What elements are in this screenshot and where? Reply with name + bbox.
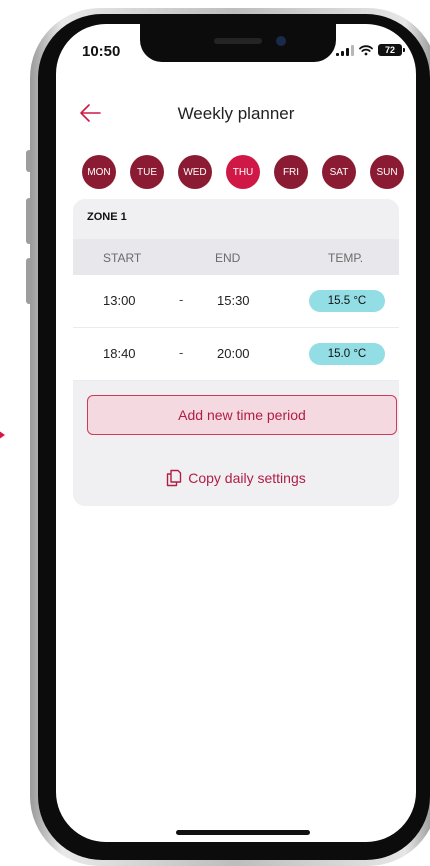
phone-volume-down-button <box>26 258 32 304</box>
period-temperature-badge[interactable]: 15.5 °C <box>309 290 385 312</box>
period-separator: - <box>179 292 184 307</box>
day-sat-button[interactable]: SAT <box>322 155 356 189</box>
phone-mute-switch <box>26 150 32 172</box>
battery-icon: 72 <box>378 44 405 56</box>
period-end-time[interactable]: 20:00 <box>217 346 250 361</box>
status-time: 10:50 <box>82 43 121 60</box>
column-header-end: END <box>215 251 241 265</box>
time-period-row[interactable]: 18:40 - 20:00 15.0 °C <box>73 328 399 381</box>
speaker-grille <box>214 38 262 44</box>
copy-daily-settings-label: Copy daily settings <box>188 470 306 486</box>
side-pointer-arrow-icon <box>0 426 5 444</box>
zone-title: ZONE 1 <box>87 211 127 223</box>
front-camera <box>276 36 286 46</box>
phone-screen: 10:50 72 Weekly planner MON TUE WED THU … <box>56 24 416 842</box>
period-start-time[interactable]: 18:40 <box>103 346 136 361</box>
day-sun-button[interactable]: SUN <box>370 155 404 189</box>
copy-icon <box>167 469 182 487</box>
signal-icon <box>336 44 354 56</box>
copy-daily-settings-link[interactable]: Copy daily settings <box>73 469 399 487</box>
day-fri-button[interactable]: FRI <box>274 155 308 189</box>
column-header-temp: TEMP. <box>328 251 364 265</box>
page-title: Weekly planner <box>177 104 295 123</box>
period-temperature-badge[interactable]: 15.0 °C <box>309 343 385 365</box>
home-indicator[interactable] <box>176 830 310 835</box>
phone-volume-up-button <box>26 198 32 244</box>
day-wed-button[interactable]: WED <box>178 155 212 189</box>
period-separator: - <box>179 345 184 360</box>
status-indicators: 72 <box>336 44 405 56</box>
zone-card: ZONE 1 START END TEMP. 13:00 - 15:30 15.… <box>73 199 399 506</box>
wifi-icon <box>359 45 373 56</box>
day-thu-button[interactable]: THU <box>226 155 260 189</box>
period-end-time[interactable]: 15:30 <box>217 293 250 308</box>
column-header-start: START <box>103 251 142 265</box>
day-mon-button[interactable]: MON <box>82 155 116 189</box>
notch <box>140 24 336 62</box>
add-time-period-button[interactable]: Add new time period <box>87 395 397 435</box>
day-tue-button[interactable]: TUE <box>130 155 164 189</box>
period-start-time[interactable]: 13:00 <box>103 293 136 308</box>
day-selector: MON TUE WED THU FRI SAT SUN <box>82 155 406 191</box>
header: Weekly planner <box>56 96 416 132</box>
column-headers: START END TEMP. <box>73 239 399 275</box>
time-period-row[interactable]: 13:00 - 15:30 15.5 °C <box>73 275 399 328</box>
